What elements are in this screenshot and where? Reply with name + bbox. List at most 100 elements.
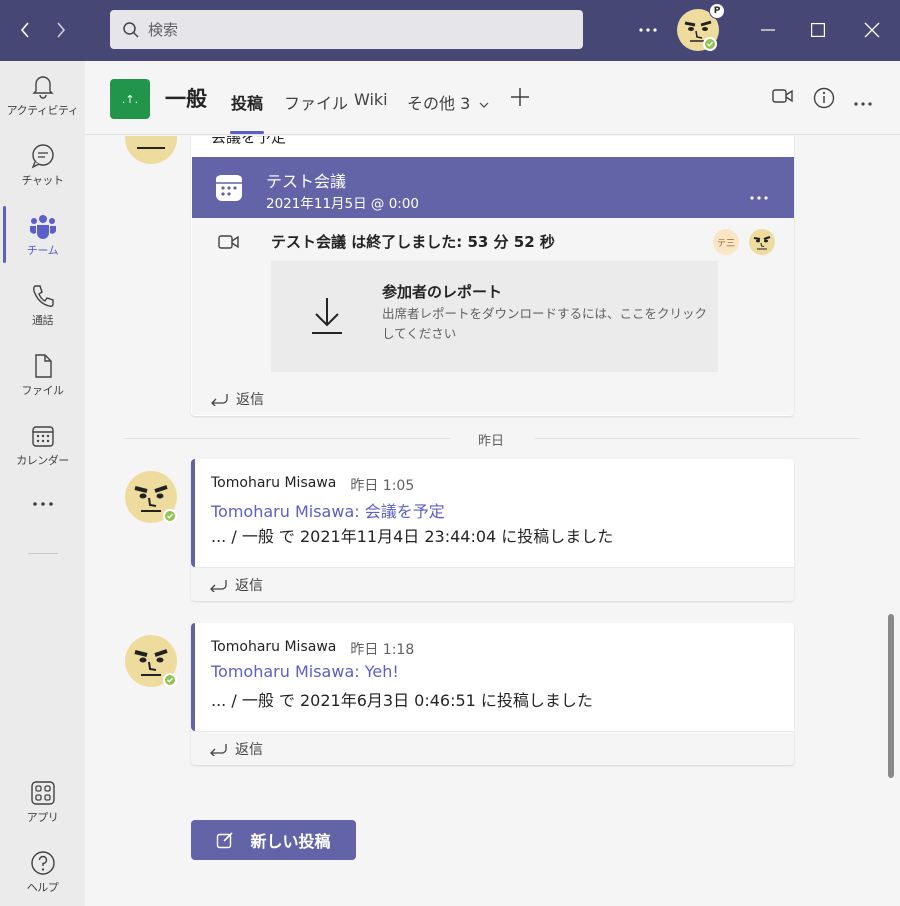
tab-wiki[interactable]: Wiki xyxy=(354,90,388,109)
day-divider-label: 昨日 xyxy=(478,434,505,449)
team-avatar[interactable]: .↑. xyxy=(110,79,150,119)
reply-button[interactable]: 返信 xyxy=(209,739,263,759)
add-tab-button[interactable] xyxy=(510,87,532,109)
video-camera-icon xyxy=(772,89,793,103)
minimize-button[interactable] xyxy=(756,18,780,42)
close-icon xyxy=(864,22,880,38)
reply-label: 返信 xyxy=(235,742,263,758)
scrollbar-thumb[interactable] xyxy=(888,614,894,778)
avatar[interactable] xyxy=(125,635,177,687)
avatar xyxy=(125,136,177,164)
rail-item-activity[interactable]: アクティビティ xyxy=(0,73,85,133)
tab-posts[interactable]: 投稿 xyxy=(231,90,263,114)
rail-item-files[interactable]: ファイル xyxy=(0,353,85,413)
more-horizontal-icon xyxy=(639,28,657,32)
apps-icon xyxy=(30,781,55,805)
sender-name[interactable]: Tomoharu Misawa xyxy=(211,475,336,495)
day-divider-line xyxy=(124,438,450,439)
meeting-more-button[interactable] xyxy=(750,185,768,204)
message-card: Tomoharu Misawa 昨日 1:05 Tomoharu Misawa:… xyxy=(191,459,794,601)
search-input[interactable] xyxy=(148,20,548,39)
rail-item-teams[interactable]: チーム xyxy=(0,213,85,273)
message-link[interactable]: Tomoharu Misawa: Yeh! xyxy=(211,662,399,681)
rail-more-button[interactable] xyxy=(0,501,85,531)
participant-avatar[interactable]: テ三 xyxy=(713,229,739,255)
meeting-title: テスト会議 xyxy=(266,172,347,191)
chevron-down-icon xyxy=(479,102,489,108)
title-bar: P xyxy=(0,0,900,61)
compose-icon xyxy=(217,832,234,849)
meet-button[interactable] xyxy=(772,88,796,110)
forward-button[interactable] xyxy=(46,14,76,46)
presence-available-icon xyxy=(163,509,177,523)
meeting-banner[interactable]: テスト会議 2021年11月5日 @ 0:00 xyxy=(192,157,794,218)
chat-icon xyxy=(31,144,54,169)
close-button[interactable] xyxy=(860,18,884,42)
rail-item-calls[interactable]: 通話 xyxy=(0,283,85,343)
day-divider-line xyxy=(535,438,860,439)
avatar[interactable] xyxy=(125,471,177,523)
rail-item-label: ファイル xyxy=(21,384,65,397)
rail-item-label: チャット xyxy=(21,174,64,187)
calendar-icon xyxy=(216,175,242,201)
more-horizontal-icon xyxy=(750,196,768,200)
message-accent-bar xyxy=(191,623,195,731)
plus-icon xyxy=(511,88,529,106)
message-link[interactable]: Tomoharu Misawa: 会議を予定 xyxy=(211,498,445,522)
tab-more[interactable]: その他 3 xyxy=(407,90,489,114)
search-box[interactable] xyxy=(110,10,583,49)
meeting-datetime: 2021年11月5日 @ 0:00 xyxy=(266,196,420,212)
rail-item-calendar[interactable]: カレンダー xyxy=(0,423,85,483)
new-post-button[interactable]: 新しい投稿 xyxy=(191,820,356,860)
tab-files[interactable]: ファイル xyxy=(284,90,348,114)
channel-more-button[interactable] xyxy=(854,91,878,107)
report-title: 参加者のレポート xyxy=(382,283,503,301)
presence-available-icon xyxy=(163,673,177,687)
message-time: 昨日 1:05 xyxy=(350,478,415,494)
app-rail: アクティビティ チャット チーム 通話 ファイル カレンダー アプリ ヘルプ xyxy=(0,61,85,906)
rail-item-apps[interactable]: アプリ xyxy=(0,780,85,840)
presence-available-icon xyxy=(703,37,717,51)
file-icon xyxy=(34,354,52,378)
reply-label: 返信 xyxy=(235,578,263,594)
phone-icon xyxy=(32,285,54,307)
reply-button[interactable]: 返信 xyxy=(209,575,263,595)
minimize-icon xyxy=(761,29,775,31)
rail-item-chat[interactable]: チャット xyxy=(0,143,85,203)
profile-avatar[interactable]: P xyxy=(677,3,725,51)
back-button[interactable] xyxy=(10,14,40,46)
sender-name[interactable]: Tomoharu Misawa xyxy=(211,639,336,659)
teams-icon xyxy=(29,215,56,239)
message-footer: 返信 xyxy=(191,731,794,765)
profile-badge: P xyxy=(709,3,725,19)
tab-active-indicator xyxy=(230,131,264,134)
maximize-button[interactable] xyxy=(806,18,830,42)
maximize-icon xyxy=(811,23,825,37)
participant-avatar[interactable] xyxy=(749,229,775,255)
partial-message-text: 会議を予定 xyxy=(211,136,287,146)
reply-icon xyxy=(211,394,228,406)
channel-header: .↑. 一般 投稿 ファイル Wiki その他 3 xyxy=(85,61,900,135)
reply-button[interactable]: 返信 xyxy=(210,389,264,409)
rail-item-label: カレンダー xyxy=(16,454,69,467)
rail-item-label: アプリ xyxy=(26,811,59,824)
rail-item-help[interactable]: ヘルプ xyxy=(0,850,85,906)
reply-icon xyxy=(210,744,227,756)
help-icon xyxy=(30,851,55,875)
more-horizontal-icon xyxy=(32,502,53,506)
calendar-icon xyxy=(31,426,54,447)
message-body: ... / 一般 で 2021年11月4日 23:44:04 に投稿しました xyxy=(211,527,614,546)
message-body: ... / 一般 で 2021年6月3日 0:46:51 に投稿しました xyxy=(211,691,593,710)
download-icon xyxy=(312,298,342,334)
face-avatar-icon xyxy=(137,147,165,149)
channel-info-button[interactable] xyxy=(813,87,837,111)
meeting-ended-text: テスト会議 は終了しました: 53 分 52 秒 xyxy=(271,233,555,251)
chevron-left-icon xyxy=(20,22,29,38)
face-avatar-icon xyxy=(753,236,771,250)
message-footer: 返信 xyxy=(191,567,794,601)
rail-item-label: アクティビティ xyxy=(6,104,79,117)
report-description: 出席者レポートをダウンロードするには、ここをクリックしてください xyxy=(382,306,708,341)
more-options-button[interactable] xyxy=(636,18,660,42)
more-horizontal-icon xyxy=(854,102,872,106)
attendance-report-card[interactable]: 参加者のレポート 出席者レポートをダウンロードするには、ここをクリックしてくださ… xyxy=(271,261,718,372)
